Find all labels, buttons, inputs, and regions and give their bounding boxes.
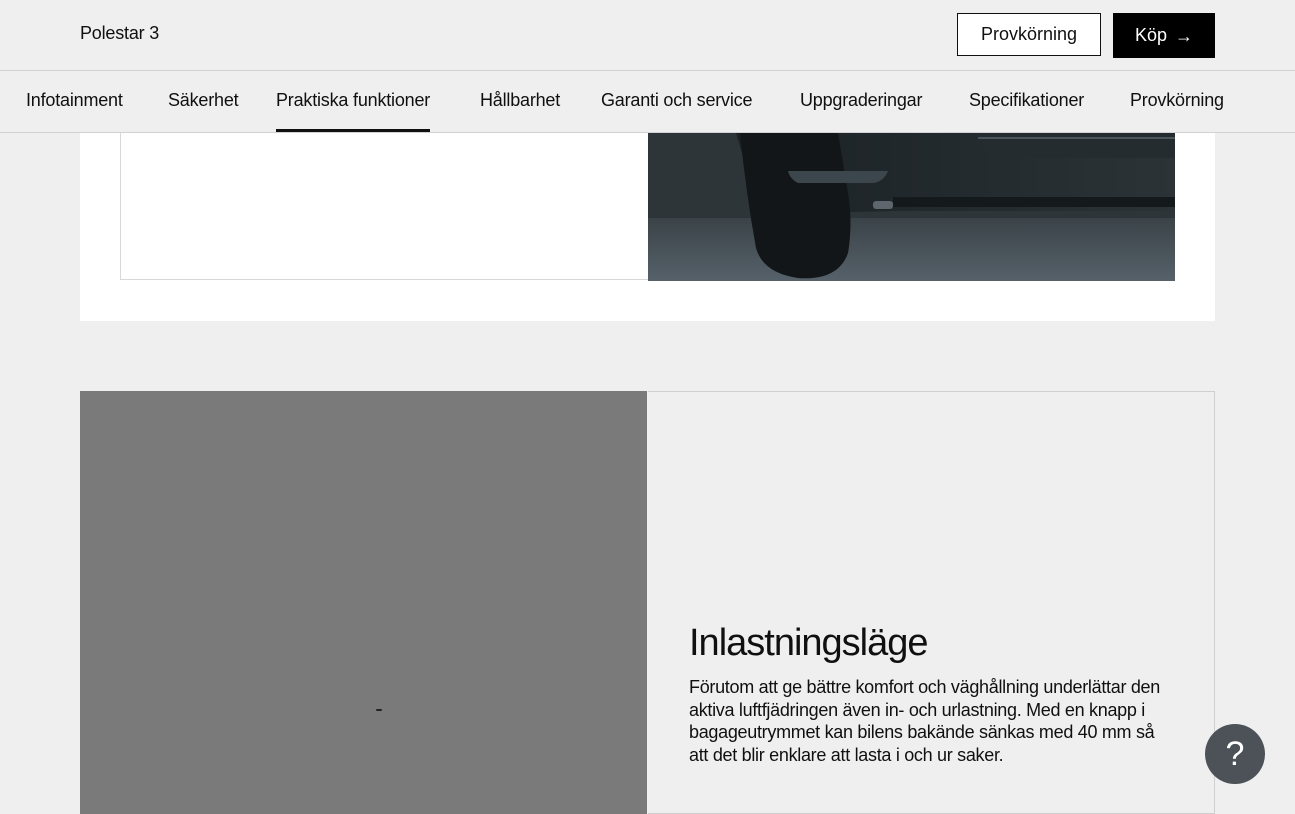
previous-feature-panel xyxy=(80,133,1215,321)
tab-provkorning[interactable]: Provkörning xyxy=(1130,71,1224,132)
car-rear-image xyxy=(648,133,1175,281)
help-button[interactable]: ? xyxy=(1205,724,1265,784)
tab-infotainment[interactable]: Infotainment xyxy=(26,71,123,132)
buy-button-label: Köp xyxy=(1134,25,1168,45)
tab-sakerhet[interactable]: Säkerhet xyxy=(168,71,239,132)
section-tabs: Infotainment Säkerhet Praktiska funktion… xyxy=(0,71,1295,133)
feature-media-placeholder xyxy=(80,391,647,814)
brand-name[interactable]: Polestar 3 xyxy=(80,23,159,44)
loading-indicator xyxy=(376,709,382,711)
tab-specifikationer[interactable]: Specifikationer xyxy=(969,71,1084,132)
tab-garanti-och-service[interactable]: Garanti och service xyxy=(601,71,752,132)
tab-hallbarhet[interactable]: Hållbarhet xyxy=(480,71,560,132)
buy-button[interactable]: Köp → xyxy=(1113,13,1215,58)
top-header: Polestar 3 Provkörning Köp → xyxy=(0,0,1295,71)
feature-title: Inlastningsläge xyxy=(689,622,929,664)
arrow-right-icon: → xyxy=(1175,25,1194,46)
tab-praktiska-funktioner[interactable]: Praktiska funktioner xyxy=(276,71,430,132)
feature-description: Förutom att ge bättre komfort och väghål… xyxy=(689,677,1160,765)
feature-text-card: Inlastningsläge Förutom att ge bättre ko… xyxy=(648,391,1215,814)
tab-uppgraderingar[interactable]: Uppgraderingar xyxy=(800,71,922,132)
test-drive-button[interactable]: Provkörning xyxy=(957,13,1101,56)
